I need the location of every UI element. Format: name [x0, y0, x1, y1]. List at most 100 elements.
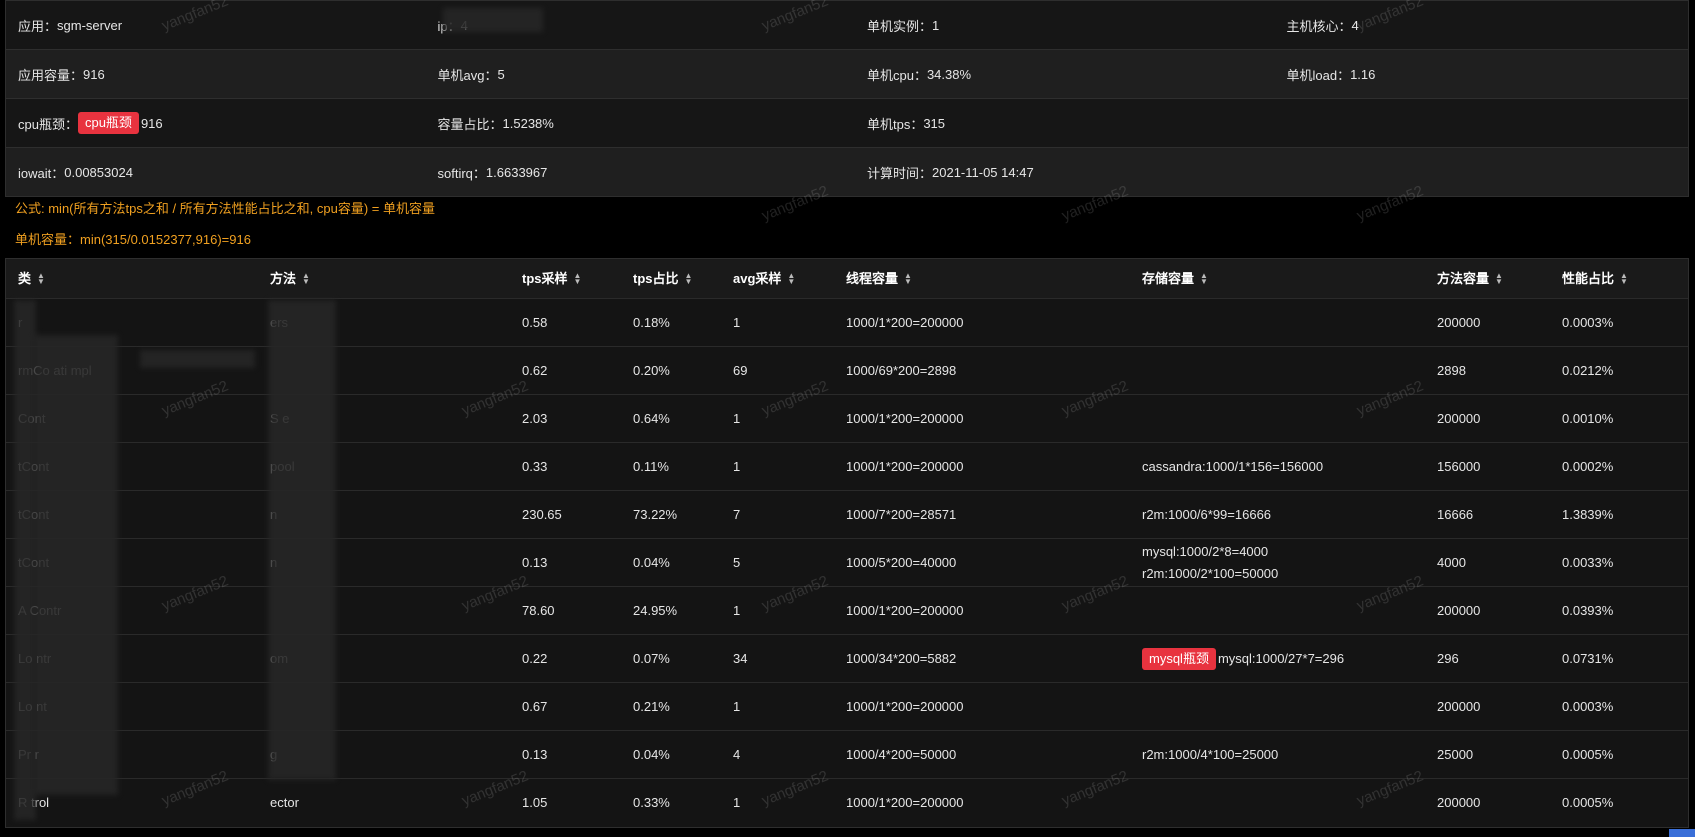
table-row: ContS e2.030.64%11000/1*200=200000200000… [6, 395, 1688, 443]
column-header[interactable]: 方法 ▲ ▼ [258, 268, 510, 290]
table-cell-method-capacity: 4000 [1437, 554, 1466, 570]
table-cell-method-capacity: 200000 [1437, 602, 1481, 618]
column-header[interactable]: 类 ▲ ▼ [6, 268, 258, 290]
table-cell-method-capacity: 2898 [1437, 362, 1466, 378]
info-value: 4 [1351, 17, 1359, 33]
corner-accent [1669, 829, 1695, 837]
table-cell-method-capacity: 16666 [1437, 506, 1474, 522]
info-value: 1.16 [1350, 66, 1376, 82]
table-cell-method-capacity: 200000 [1437, 410, 1481, 426]
table-cell-method: ector [270, 795, 299, 810]
table-cell-storage: cassandra:1000/1*156=156000 [1130, 456, 1425, 478]
table-row: Lo ntrom0.220.07%341000/34*200=5882mysql… [6, 635, 1688, 683]
column-header[interactable]: avg采样 ▲ ▼ [721, 268, 834, 290]
capacity-formula-result: 单机容量：min(315/0.0152377,916)=916 [15, 232, 251, 247]
column-header[interactable]: 方法容量 ▲ ▼ [1425, 268, 1550, 290]
info-label: 单机load： [1286, 67, 1351, 83]
info-cell: 单机实例： 1 [855, 16, 1275, 35]
table-row: tContn230.6573.22%71000/7*200=28571r2m:1… [6, 491, 1688, 539]
info-cell: iowait： 0.00853024 [6, 163, 426, 182]
table-cell-thread: 1000/1*200=200000 [846, 458, 964, 474]
sort-icon[interactable]: ▲ ▼ [37, 272, 45, 286]
table-cell-perf-ratio: 0.0002% [1562, 458, 1614, 474]
table-cell-cls: r [6, 312, 258, 334]
table-cell-storage: r2m:1000/6*99=16666 [1130, 504, 1425, 526]
table-cell-tps: 0.13 [522, 746, 548, 762]
table-cell-thread: 1000/34*200=5882 [846, 650, 957, 666]
info-label: 应用容量： [18, 67, 84, 83]
info-cell: 主机核心： 4 [1274, 16, 1688, 35]
table-cell-tps: 0.67 [522, 698, 548, 714]
table-cell-tps: 0.33 [522, 458, 548, 474]
table-cell-perf-ratio: 0.0003% [1562, 698, 1614, 714]
table-cell-tps: 1.05 [522, 795, 548, 810]
column-header[interactable]: 性能占比 ▲ ▼ [1550, 268, 1688, 290]
table-cell-thread: 1000/69*200=2898 [846, 362, 957, 378]
bottleneck-badge: cpu瓶颈 [77, 112, 139, 134]
table-cell-cls: R trol [18, 795, 50, 810]
table-cell-method-capacity: 200000 [1437, 314, 1481, 330]
table-cell-perf-ratio: 1.3839% [1562, 506, 1614, 522]
table-cell-tps: 0.13 [522, 554, 548, 570]
sort-icon[interactable]: ▲ ▼ [1620, 272, 1628, 286]
table-cell-thread: 1000/1*200=200000 [846, 410, 964, 426]
table-row: Lo nt0.670.21%11000/1*200=2000002000000.… [6, 683, 1688, 731]
column-header-label: 性能占比 [1562, 270, 1615, 286]
sort-icon[interactable]: ▲ ▼ [904, 272, 912, 286]
storage-line: mysql:1000/2*8=4000 [1142, 543, 1269, 559]
info-label: iowait： [18, 165, 65, 181]
column-header-label: 线程容量 [846, 270, 899, 286]
table-cell-thread: 1000/7*200=28571 [846, 506, 957, 522]
table-cell-thread: 1000/1*200=200000 [846, 698, 964, 714]
info-value: 1.5238% [502, 115, 554, 131]
table-cell-thread: 1000/1*200=200000 [846, 602, 964, 618]
table-cell-method-capacity: 25000 [1437, 746, 1474, 762]
table-cell-thread: 1000/4*200=50000 [846, 746, 957, 762]
table-cell-tps: 0.58 [522, 314, 548, 330]
sort-icon[interactable]: ▲ ▼ [302, 272, 310, 286]
table-cell-tps: 230.65 [522, 506, 562, 522]
table-cell-method-capacity: 296 [1437, 650, 1459, 666]
table-cell-thread: 1000/1*200=200000 [846, 795, 964, 810]
column-header[interactable]: tps采样 ▲ ▼ [510, 268, 621, 290]
column-header-label: tps采样 [522, 270, 568, 286]
column-header-label: 类 [18, 270, 32, 286]
table-cell-thread: 1000/5*200=40000 [846, 554, 957, 570]
info-cell: softirq： 1.6633967 [426, 163, 855, 182]
table-row: rmCo ati mpl0.620.20%691000/69*200=28982… [6, 347, 1688, 395]
sort-icon[interactable]: ▲ ▼ [574, 272, 582, 286]
table-cell-perf-ratio: 0.0393% [1562, 602, 1614, 618]
table-cell-storage: mysql瓶颈 mysql:1000/27*7=296 [1130, 647, 1425, 670]
table-cell-ratio: 0.18% [633, 314, 670, 330]
sort-icon[interactable]: ▲ ▼ [1495, 272, 1503, 286]
table-cell-ratio: 0.33% [633, 795, 670, 810]
table-cell-avg: 34 [733, 650, 748, 666]
info-value: 5 [497, 66, 505, 82]
column-header[interactable]: tps占比 ▲ ▼ [621, 268, 721, 290]
sort-icon[interactable]: ▲ ▼ [787, 272, 795, 286]
storage-line: cassandra:1000/1*156=156000 [1142, 458, 1324, 474]
table-row: Pr rg0.130.04%41000/4*200=50000r2m:1000/… [6, 731, 1688, 779]
column-header[interactable]: 存储容量 ▲ ▼ [1130, 268, 1425, 290]
table-cell-ratio: 0.04% [633, 746, 670, 762]
table-cell-perf-ratio: 0.0033% [1562, 554, 1614, 570]
summary-panel: 应用：sgm-serverip：4单机实例：1主机核心：4应用容量：916单机a… [5, 0, 1689, 197]
info-label: 主机核心： [1286, 18, 1352, 34]
info-label: softirq： [437, 165, 486, 181]
info-cell: 单机avg： 5 [426, 65, 855, 84]
table-cell-method-capacity: 200000 [1437, 795, 1481, 810]
info-cell: 计算时间： 2021-11-05 14:47 [855, 163, 1275, 182]
info-cell: 应用容量： 916 [6, 65, 426, 84]
sort-icon[interactable]: ▲ ▼ [1200, 272, 1208, 286]
table-cell-avg: 1 [733, 458, 741, 474]
info-value: 1.6633967 [485, 164, 548, 180]
table-row: tContn0.130.04%51000/5*200=40000mysql:10… [6, 539, 1688, 587]
table-row: tContpool0.330.11%11000/1*200=200000cass… [6, 443, 1688, 491]
sort-icon[interactable]: ▲ ▼ [685, 272, 693, 286]
info-value: 916 [83, 66, 105, 82]
table-cell-avg: 5 [733, 554, 741, 570]
table-cell-storage: r2m:1000/4*100=25000 [1130, 744, 1425, 766]
column-header-label: 方法 [270, 270, 297, 286]
column-header[interactable]: 线程容量 ▲ ▼ [834, 268, 1130, 290]
info-cell: 单机tps： 315 [855, 114, 1275, 133]
